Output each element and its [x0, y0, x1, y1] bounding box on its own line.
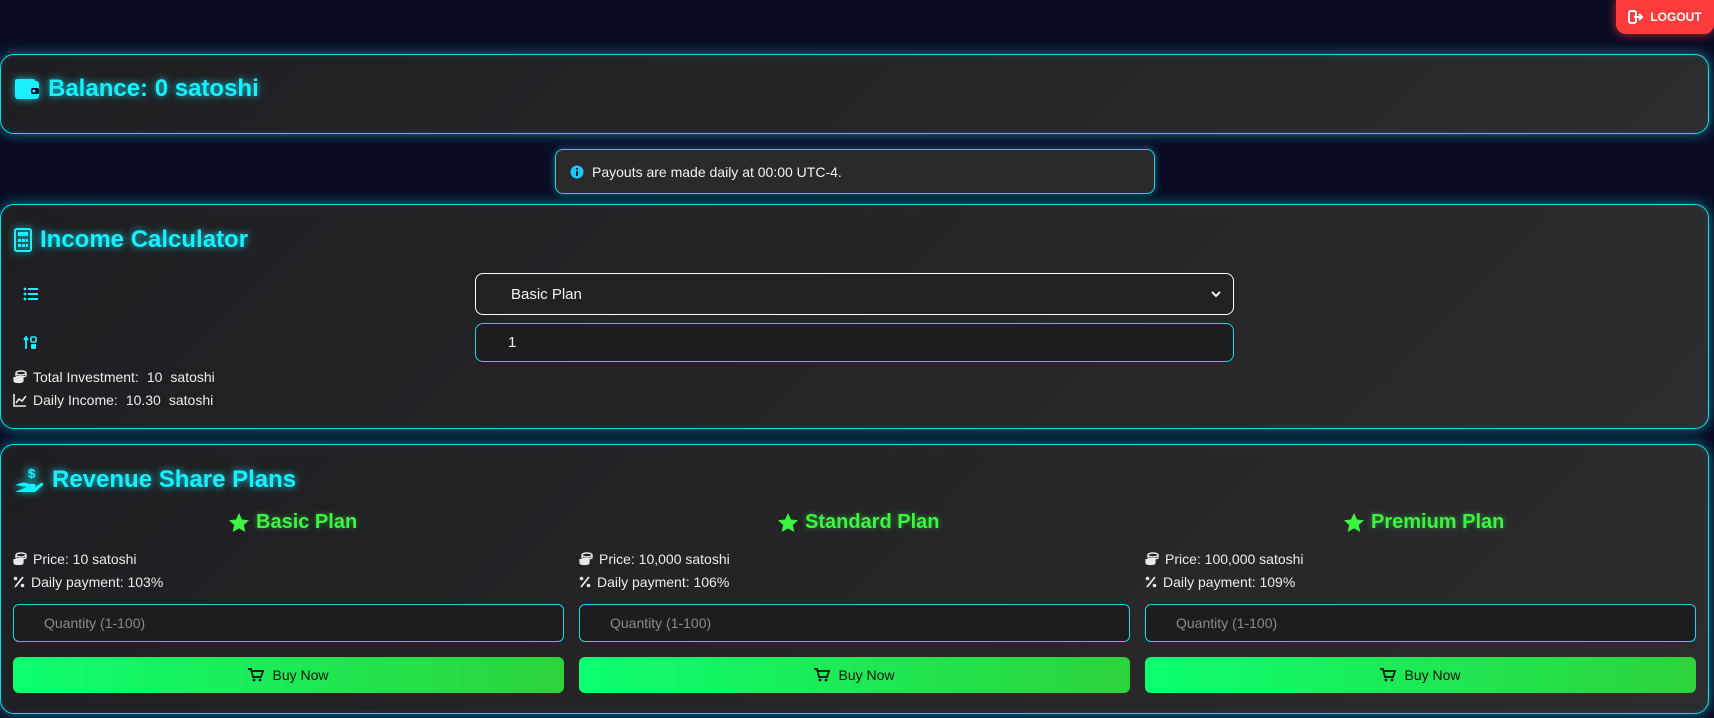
wallet-icon	[15, 79, 39, 99]
info-circle-icon	[570, 165, 584, 178]
logout-button[interactable]: LOGOUT	[1616, 0, 1714, 34]
total-investment-value: 10	[146, 369, 163, 385]
income-calculator-panel: Income Calculator	[0, 204, 1709, 429]
daily-income-label: Daily Income:	[33, 392, 118, 408]
percent-icon	[579, 576, 591, 588]
star-icon	[778, 513, 798, 532]
standard-plan-buy-label: Buy Now	[838, 667, 895, 683]
coins-icon	[13, 552, 27, 566]
basic-plan-daily: Daily payment: 103%	[13, 574, 163, 590]
coins-icon	[579, 552, 593, 566]
star-icon	[229, 513, 249, 532]
standard-plan-name: Standard Plan	[805, 511, 940, 533]
svg-text:$: $	[28, 467, 36, 481]
premium-plan-quantity-input[interactable]	[1145, 604, 1696, 642]
notice-text: Payouts are made daily at 00:00 UTC-4.	[592, 163, 842, 180]
premium-plan-price: Price: 100,000 satoshi	[1145, 551, 1304, 567]
coins-icon	[1145, 552, 1159, 566]
logout-label: LOGOUT	[1650, 10, 1702, 24]
basic-plan-daily-text: Daily payment: 103%	[31, 574, 164, 590]
standard-plan-price-text: Price: 10,000 satoshi	[599, 551, 730, 567]
plan-select[interactable]: Basic Plan	[475, 273, 1234, 315]
basic-plan-price-text: Price: 10 satoshi	[33, 551, 137, 567]
basic-plan-quantity-input[interactable]	[13, 604, 564, 642]
hand-holding-dollar-icon: $	[15, 467, 44, 492]
sort-numeric-icon	[23, 336, 37, 349]
sign-out-icon	[1628, 10, 1644, 24]
standard-plan-daily: Daily payment: 106%	[579, 574, 729, 590]
balance-title: Balance: 0 satoshi	[14, 75, 259, 103]
payout-notice: Payouts are made daily at 00:00 UTC-4.	[555, 149, 1155, 194]
list-icon	[23, 287, 38, 301]
total-investment-unit: satoshi	[170, 369, 215, 385]
plans-section-title-text: Revenue Share Plans	[52, 466, 297, 493]
calculator-quantity-input[interactable]	[475, 323, 1234, 362]
daily-income: Daily Income: 10.30 satoshi	[13, 392, 213, 408]
balance-text: Balance: 0 satoshi	[48, 75, 259, 102]
premium-plan-price-text: Price: 100,000 satoshi	[1165, 551, 1304, 567]
plan-select-value: Basic Plan	[511, 285, 582, 303]
standard-plan-price: Price: 10,000 satoshi	[579, 551, 730, 567]
premium-plan-buy-button[interactable]: Buy Now	[1145, 657, 1696, 693]
percent-icon	[1145, 576, 1157, 588]
standard-plan-title: Standard Plan	[777, 511, 939, 534]
total-investment-label: Total Investment:	[33, 369, 139, 385]
plans-section-title: $ Revenue Share Plans	[14, 466, 296, 494]
daily-income-unit: satoshi	[168, 392, 214, 408]
daily-income-value: 10.30	[125, 392, 161, 408]
premium-plan-buy-label: Buy Now	[1404, 667, 1461, 683]
cart-icon	[1380, 668, 1397, 682]
basic-plan-buy-label: Buy Now	[272, 667, 329, 683]
basic-plan-title: Basic Plan	[228, 511, 357, 534]
cart-icon	[248, 668, 265, 682]
chart-line-icon	[13, 394, 27, 407]
premium-plan-daily: Daily payment: 109%	[1145, 574, 1295, 590]
basic-plan-buy-button[interactable]: Buy Now	[13, 657, 564, 693]
standard-plan-buy-button[interactable]: Buy Now	[579, 657, 1130, 693]
standard-plan-daily-text: Daily payment: 106%	[597, 574, 730, 590]
chevron-down-icon	[1211, 291, 1221, 298]
basic-plan-price: Price: 10 satoshi	[13, 551, 137, 567]
coins-icon	[13, 370, 27, 384]
premium-plan-daily-text: Daily payment: 109%	[1163, 574, 1296, 590]
balance-panel: Balance: 0 satoshi	[0, 54, 1709, 134]
calculator-title: Income Calculator	[14, 226, 248, 254]
cart-icon	[814, 668, 831, 682]
total-investment: Total Investment: 10 satoshi	[13, 369, 215, 385]
premium-plan-name: Premium Plan	[1371, 511, 1505, 533]
percent-icon	[13, 576, 25, 588]
premium-plan-title: Premium Plan	[1343, 511, 1504, 534]
calculator-title-text: Income Calculator	[40, 226, 249, 253]
star-icon	[1344, 513, 1364, 532]
standard-plan-quantity-input[interactable]	[579, 604, 1130, 642]
calculator-icon	[14, 228, 32, 252]
basic-plan-name: Basic Plan	[256, 511, 358, 533]
